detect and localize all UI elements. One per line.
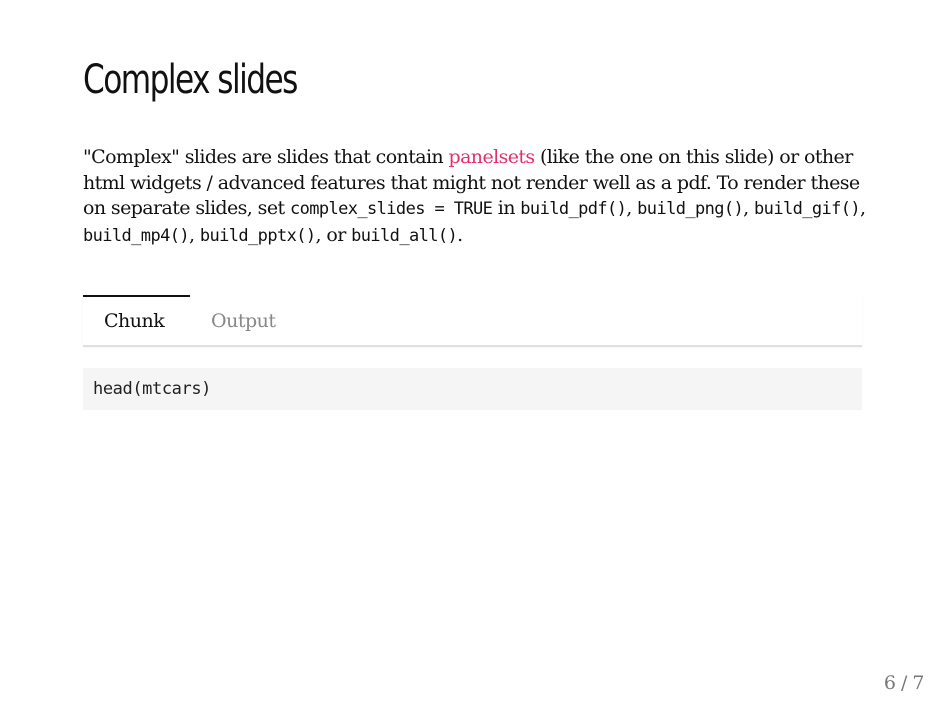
inline-code: build_mp4() — [83, 226, 190, 247]
paragraph-text: , — [743, 197, 755, 220]
panelset: Chunk Output head(mtcars) — [83, 295, 862, 410]
paragraph-text: , — [626, 197, 638, 220]
inline-code: build_pdf() — [520, 199, 627, 220]
paragraph-text: . — [457, 224, 463, 247]
slide-paragraph: "Complex" slides are slides that contain… — [83, 145, 868, 250]
slide-title: Complex slides — [83, 57, 298, 103]
panelsets-link[interactable]: panelsets — [449, 146, 536, 168]
paragraph-text: , — [188, 224, 200, 247]
inline-code: build_pptx() — [199, 226, 316, 247]
page-number: 6 / 7 — [883, 672, 925, 694]
panelset-tabs: Chunk Output — [83, 295, 862, 347]
paragraph-text: in — [492, 197, 521, 220]
paragraph-text: , or — [315, 224, 352, 247]
paragraph-text: "Complex" slides are slides that contain — [83, 146, 449, 168]
paragraph-text: , — [860, 197, 866, 220]
inline-code: build_all() — [351, 226, 458, 247]
slide: Complex slides "Complex" slides are slid… — [0, 0, 946, 710]
inline-code: build_png() — [637, 199, 744, 220]
code-chunk: head(mtcars) — [83, 368, 862, 410]
inline-code: build_gif() — [754, 199, 861, 220]
tab-output[interactable]: Output — [190, 295, 296, 345]
tab-chunk[interactable]: Chunk — [83, 295, 190, 345]
inline-code: complex_slides = TRUE — [289, 199, 493, 220]
